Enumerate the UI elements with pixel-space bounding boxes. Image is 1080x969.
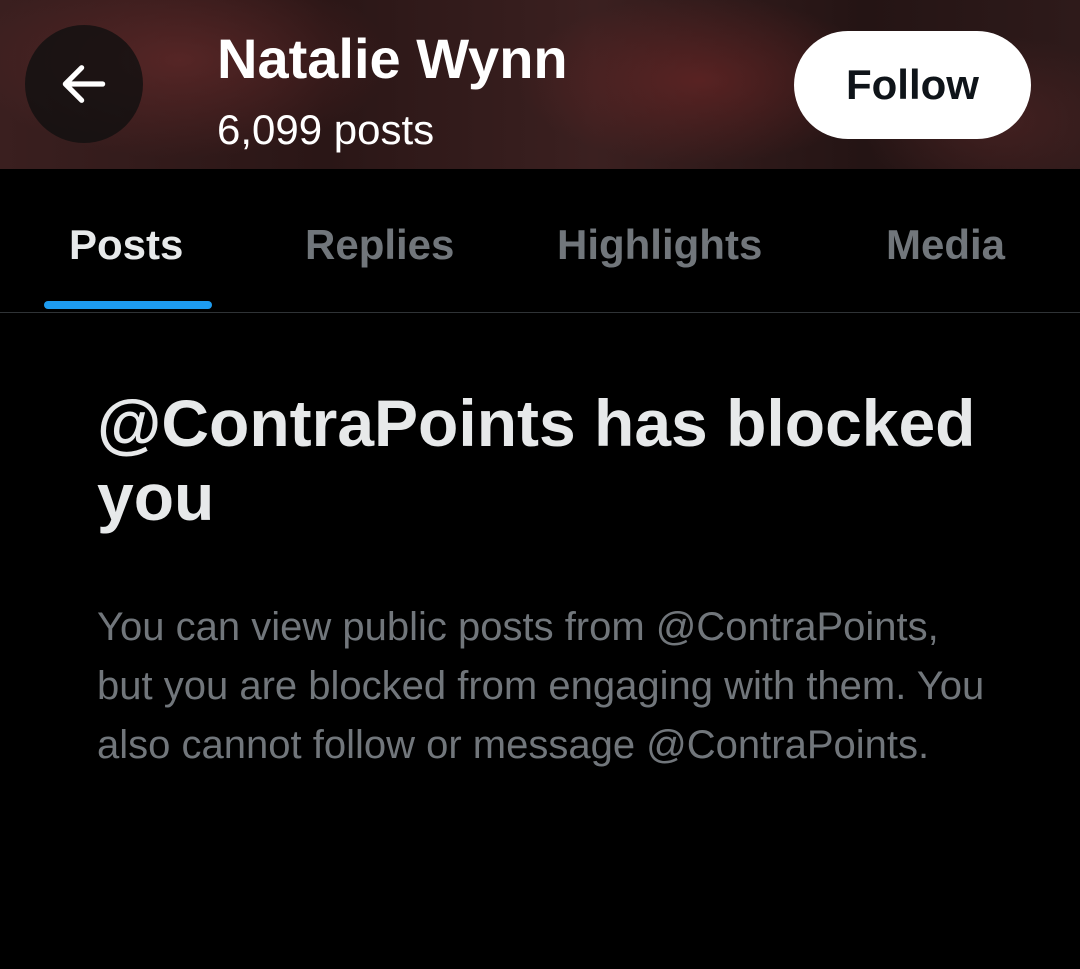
- blocked-message: You can view public posts from @ContraPo…: [97, 605, 985, 767]
- follow-button[interactable]: Follow: [794, 31, 1031, 139]
- back-button[interactable]: [25, 25, 143, 143]
- profile-tabs: Posts Replies Highlights Media: [0, 169, 1080, 313]
- arrow-left-icon: [62, 65, 106, 103]
- profile-name: Natalie Wynn: [217, 27, 568, 90]
- tab-label: Highlights: [557, 221, 763, 268]
- post-count: 6,099 posts: [217, 106, 435, 153]
- tab-replies[interactable]: Replies: [256, 169, 512, 312]
- tab-highlights[interactable]: Highlights: [512, 169, 824, 312]
- tab-label: Posts: [69, 221, 184, 268]
- active-tab-indicator: [44, 301, 212, 309]
- tab-media[interactable]: Media: [824, 169, 1080, 312]
- tab-posts[interactable]: Posts: [0, 169, 256, 312]
- blocked-title: @ContraPoints has blocked you: [97, 386, 976, 534]
- profile-header: Natalie Wynn 6,099 posts Follow: [0, 0, 1080, 169]
- tab-label: Replies: [305, 221, 455, 268]
- tab-label: Media: [886, 221, 1006, 268]
